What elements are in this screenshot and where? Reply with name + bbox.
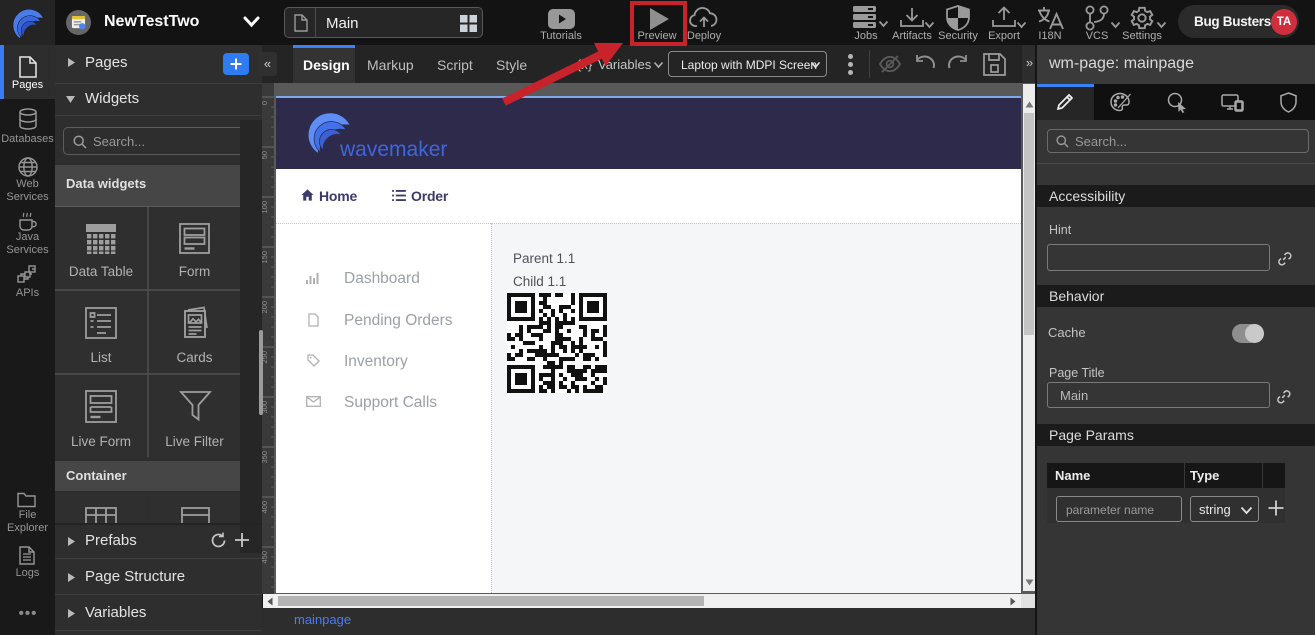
svg-text:50: 50: [262, 151, 269, 159]
svg-text:450: 450: [262, 551, 269, 564]
svg-text:150: 150: [262, 251, 269, 264]
svg-text:100: 100: [262, 201, 269, 214]
svg-text:200: 200: [262, 301, 269, 314]
svg-text:300: 300: [262, 401, 269, 414]
svg-text:350: 350: [262, 451, 269, 464]
svg-text:0: 0: [262, 101, 269, 105]
svg-text:400: 400: [262, 501, 269, 514]
svg-text:250: 250: [262, 351, 269, 364]
